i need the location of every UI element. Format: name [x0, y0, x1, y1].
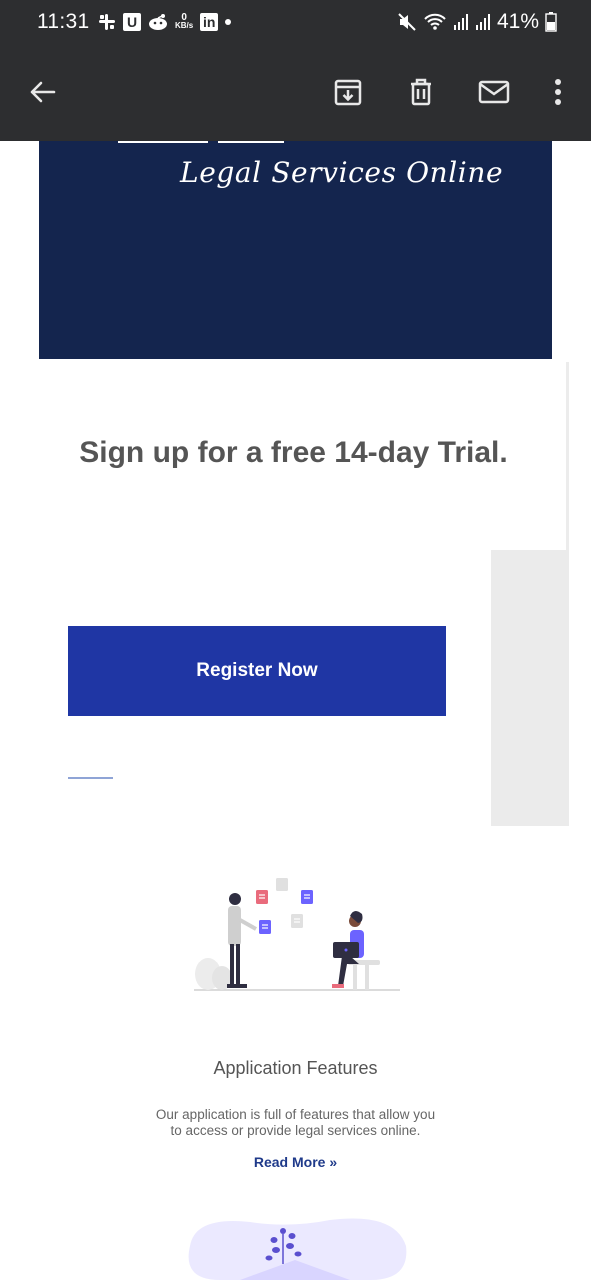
linkedin-icon: in — [200, 13, 219, 31]
delete-icon — [411, 78, 431, 106]
mute-icon — [398, 13, 416, 31]
slack-icon — [99, 14, 115, 30]
more-notifications-dot — [225, 19, 232, 25]
signal-icon-2 — [475, 14, 490, 30]
data-speed: 0 KB/s — [175, 12, 194, 30]
u-app-icon: U — [123, 13, 141, 31]
mark-unread-icon — [478, 80, 510, 104]
logo-fragment-2 — [218, 141, 284, 143]
features-title: Application Features — [213, 1058, 378, 1078]
system-icons: 41% — [397, 10, 557, 34]
bottom-illustration — [188, 1218, 407, 1280]
section-divider — [68, 777, 113, 779]
email-app-bar — [0, 44, 591, 141]
collaboration-illustration — [194, 878, 400, 991]
mark-unread-button[interactable] — [476, 74, 512, 110]
side-panel — [491, 550, 569, 826]
hero-tagline: Legal Services Online — [180, 156, 504, 189]
status-bar: 11:31 U 0 KB/s in 41% — [0, 0, 591, 44]
archive-button[interactable] — [330, 74, 366, 110]
features-description: Our application is full of features that… — [155, 1107, 436, 1138]
delete-button[interactable] — [403, 74, 439, 110]
back-arrow-icon — [30, 81, 56, 103]
hero-banner: Legal Services Online — [39, 141, 552, 359]
back-button[interactable] — [24, 74, 60, 110]
wifi-icon — [424, 13, 446, 30]
read-more-link[interactable]: Read More » — [0, 1154, 591, 1170]
more-vert-icon — [555, 79, 561, 105]
trial-heading: Sign up for a free 14-day Trial. — [79, 436, 508, 469]
battery-icon — [545, 12, 557, 32]
notification-icons: U 0 KB/s in — [98, 10, 232, 34]
more-options-button[interactable] — [540, 74, 576, 110]
signal-icon — [453, 14, 468, 30]
archive-icon — [334, 79, 362, 106]
reddit-icon — [149, 14, 167, 30]
status-time: 11:31 — [37, 10, 90, 33]
logo-fragment — [118, 141, 208, 143]
register-now-button[interactable]: Register Now — [68, 626, 446, 716]
battery-percent: 41% — [496, 10, 539, 33]
